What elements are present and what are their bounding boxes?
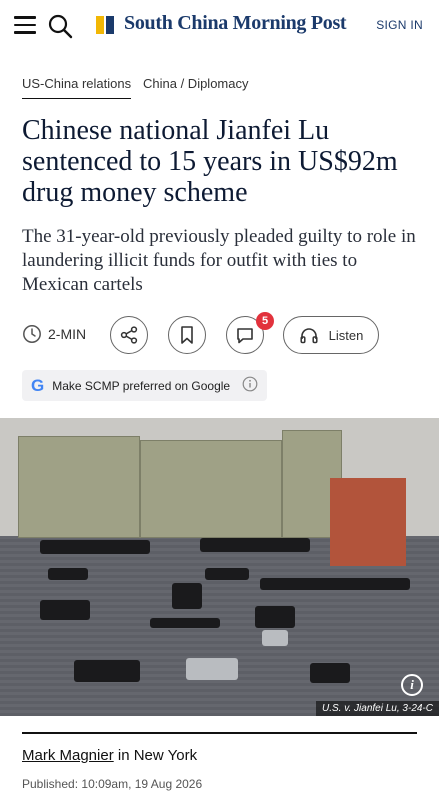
clock-icon (23, 325, 41, 343)
magazine (48, 568, 88, 580)
category-us-china-relations[interactable]: US-China relations (22, 76, 132, 99)
info-icon[interactable]: i (401, 674, 423, 696)
search-icon[interactable] (46, 12, 74, 40)
article-headline: Chinese national Jianfei Lu sentenced to… (22, 115, 398, 208)
pistol (186, 658, 238, 680)
pistol (262, 630, 288, 646)
listen-label: Listen (328, 327, 364, 343)
pistol (172, 583, 202, 609)
comment-count-badge: 5 (256, 312, 274, 330)
sign-in-link[interactable]: SIGN IN (376, 18, 423, 32)
listen-button[interactable]: Listen (283, 316, 379, 354)
magazine (205, 568, 249, 580)
comment-icon (237, 328, 253, 344)
magazine (150, 618, 220, 628)
share-button[interactable] (110, 316, 148, 354)
pistol (40, 600, 90, 620)
author-location: in New York (117, 747, 198, 764)
rifle (260, 578, 410, 590)
byline: Mark Magnier in New York (22, 747, 197, 764)
share-icon (120, 326, 138, 344)
hamburger-icon[interactable] (14, 16, 36, 34)
category-china-diplomacy[interactable]: China / Diplomacy (143, 76, 249, 91)
photo-caption: U.S. v. Jianfei Lu, 3-24-C (316, 701, 439, 716)
bookmark-button[interactable] (168, 316, 206, 354)
read-time-label: 2-MIN (48, 326, 87, 342)
info-icon[interactable] (242, 376, 258, 395)
category-breadcrumb: US-China relations China / Diplomacy (22, 76, 419, 104)
published-label: Published: (22, 777, 79, 791)
google-g-icon: G (31, 375, 45, 395)
article-action-bar: 2-MIN 5 Listen (22, 312, 422, 356)
rifle (40, 540, 150, 554)
rifle (200, 538, 310, 552)
published-time: 10:09am, 19 Aug 2026 (81, 777, 203, 791)
cardboard-box (330, 478, 406, 566)
google-preferred-button[interactable]: G Make SCMP preferred on Google (22, 370, 267, 401)
read-time: 2-MIN (22, 324, 86, 344)
article-subheadline: The 31-year-old previously pleaded guilt… (22, 226, 416, 295)
pistol (310, 663, 350, 683)
article-hero-photo[interactable]: i U.S. v. Jianfei Lu, 3-24-C (0, 418, 439, 716)
pistol (74, 660, 140, 682)
bookmark-icon (181, 326, 193, 344)
google-preferred-label: Make SCMP preferred on Google (52, 378, 231, 393)
cash-stack (18, 436, 140, 538)
byline-divider (22, 732, 417, 734)
published-date: Published: 10:09am, 19 Aug 2026 (22, 777, 202, 791)
top-navbar: South China Morning Post SIGN IN (0, 0, 439, 52)
holster (255, 606, 295, 628)
scmp-logo-mark[interactable] (96, 16, 116, 34)
headphones-icon (300, 328, 318, 344)
author-link[interactable]: Mark Magnier (22, 747, 114, 764)
cash-stack (140, 440, 282, 538)
brand-name[interactable]: South China Morning Post (124, 12, 347, 35)
